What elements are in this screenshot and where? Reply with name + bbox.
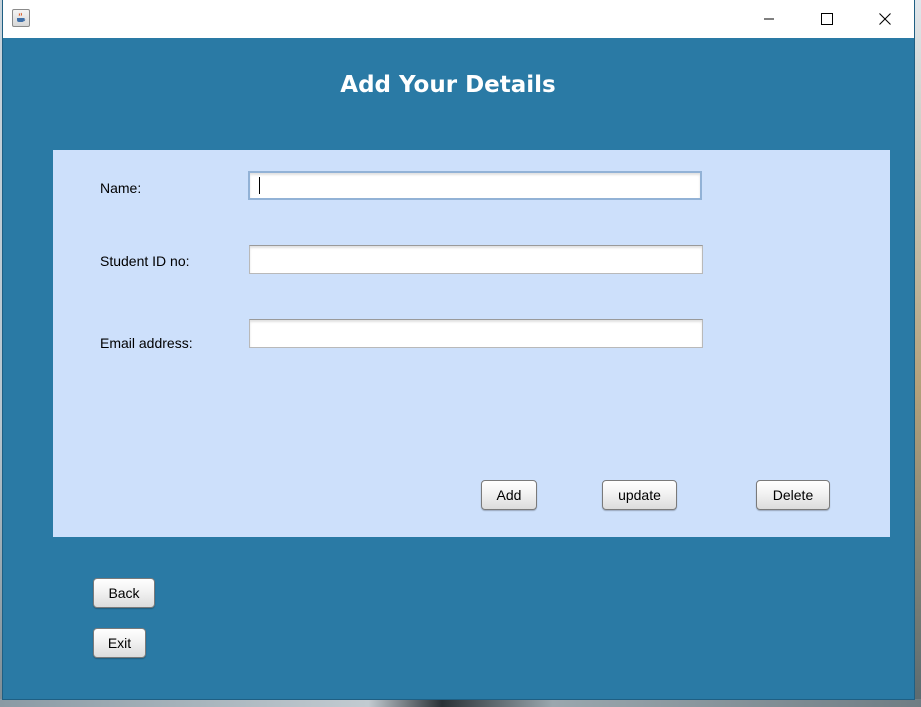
minimize-button[interactable] xyxy=(740,0,798,38)
add-button[interactable]: Add xyxy=(481,480,537,510)
desktop-background-right xyxy=(914,0,921,707)
back-button[interactable]: Back xyxy=(93,578,155,608)
close-button[interactable] xyxy=(856,0,914,38)
close-icon xyxy=(879,13,891,25)
text-caret xyxy=(259,177,260,194)
maximize-icon xyxy=(821,13,833,25)
java-cup-icon[interactable] xyxy=(12,9,30,27)
minimize-icon xyxy=(764,18,774,20)
delete-button[interactable]: Delete xyxy=(756,480,830,510)
email-label: Email address: xyxy=(100,335,193,351)
maximize-button[interactable] xyxy=(798,0,856,38)
email-field[interactable] xyxy=(249,319,703,348)
title-bar[interactable] xyxy=(3,0,914,38)
student-id-field[interactable] xyxy=(249,245,703,274)
student-id-label: Student ID no: xyxy=(100,253,190,269)
app-window: Add Your Details Name: Student ID no: Em… xyxy=(3,0,914,699)
desktop-background-bottom xyxy=(0,699,921,707)
exit-button[interactable]: Exit xyxy=(93,628,146,658)
page-title: Add Your Details xyxy=(340,72,556,98)
name-field[interactable] xyxy=(248,171,702,200)
details-form-panel: Name: Student ID no: Email address: Add … xyxy=(53,150,890,537)
name-label: Name: xyxy=(100,180,142,196)
update-button[interactable]: update xyxy=(602,480,677,510)
